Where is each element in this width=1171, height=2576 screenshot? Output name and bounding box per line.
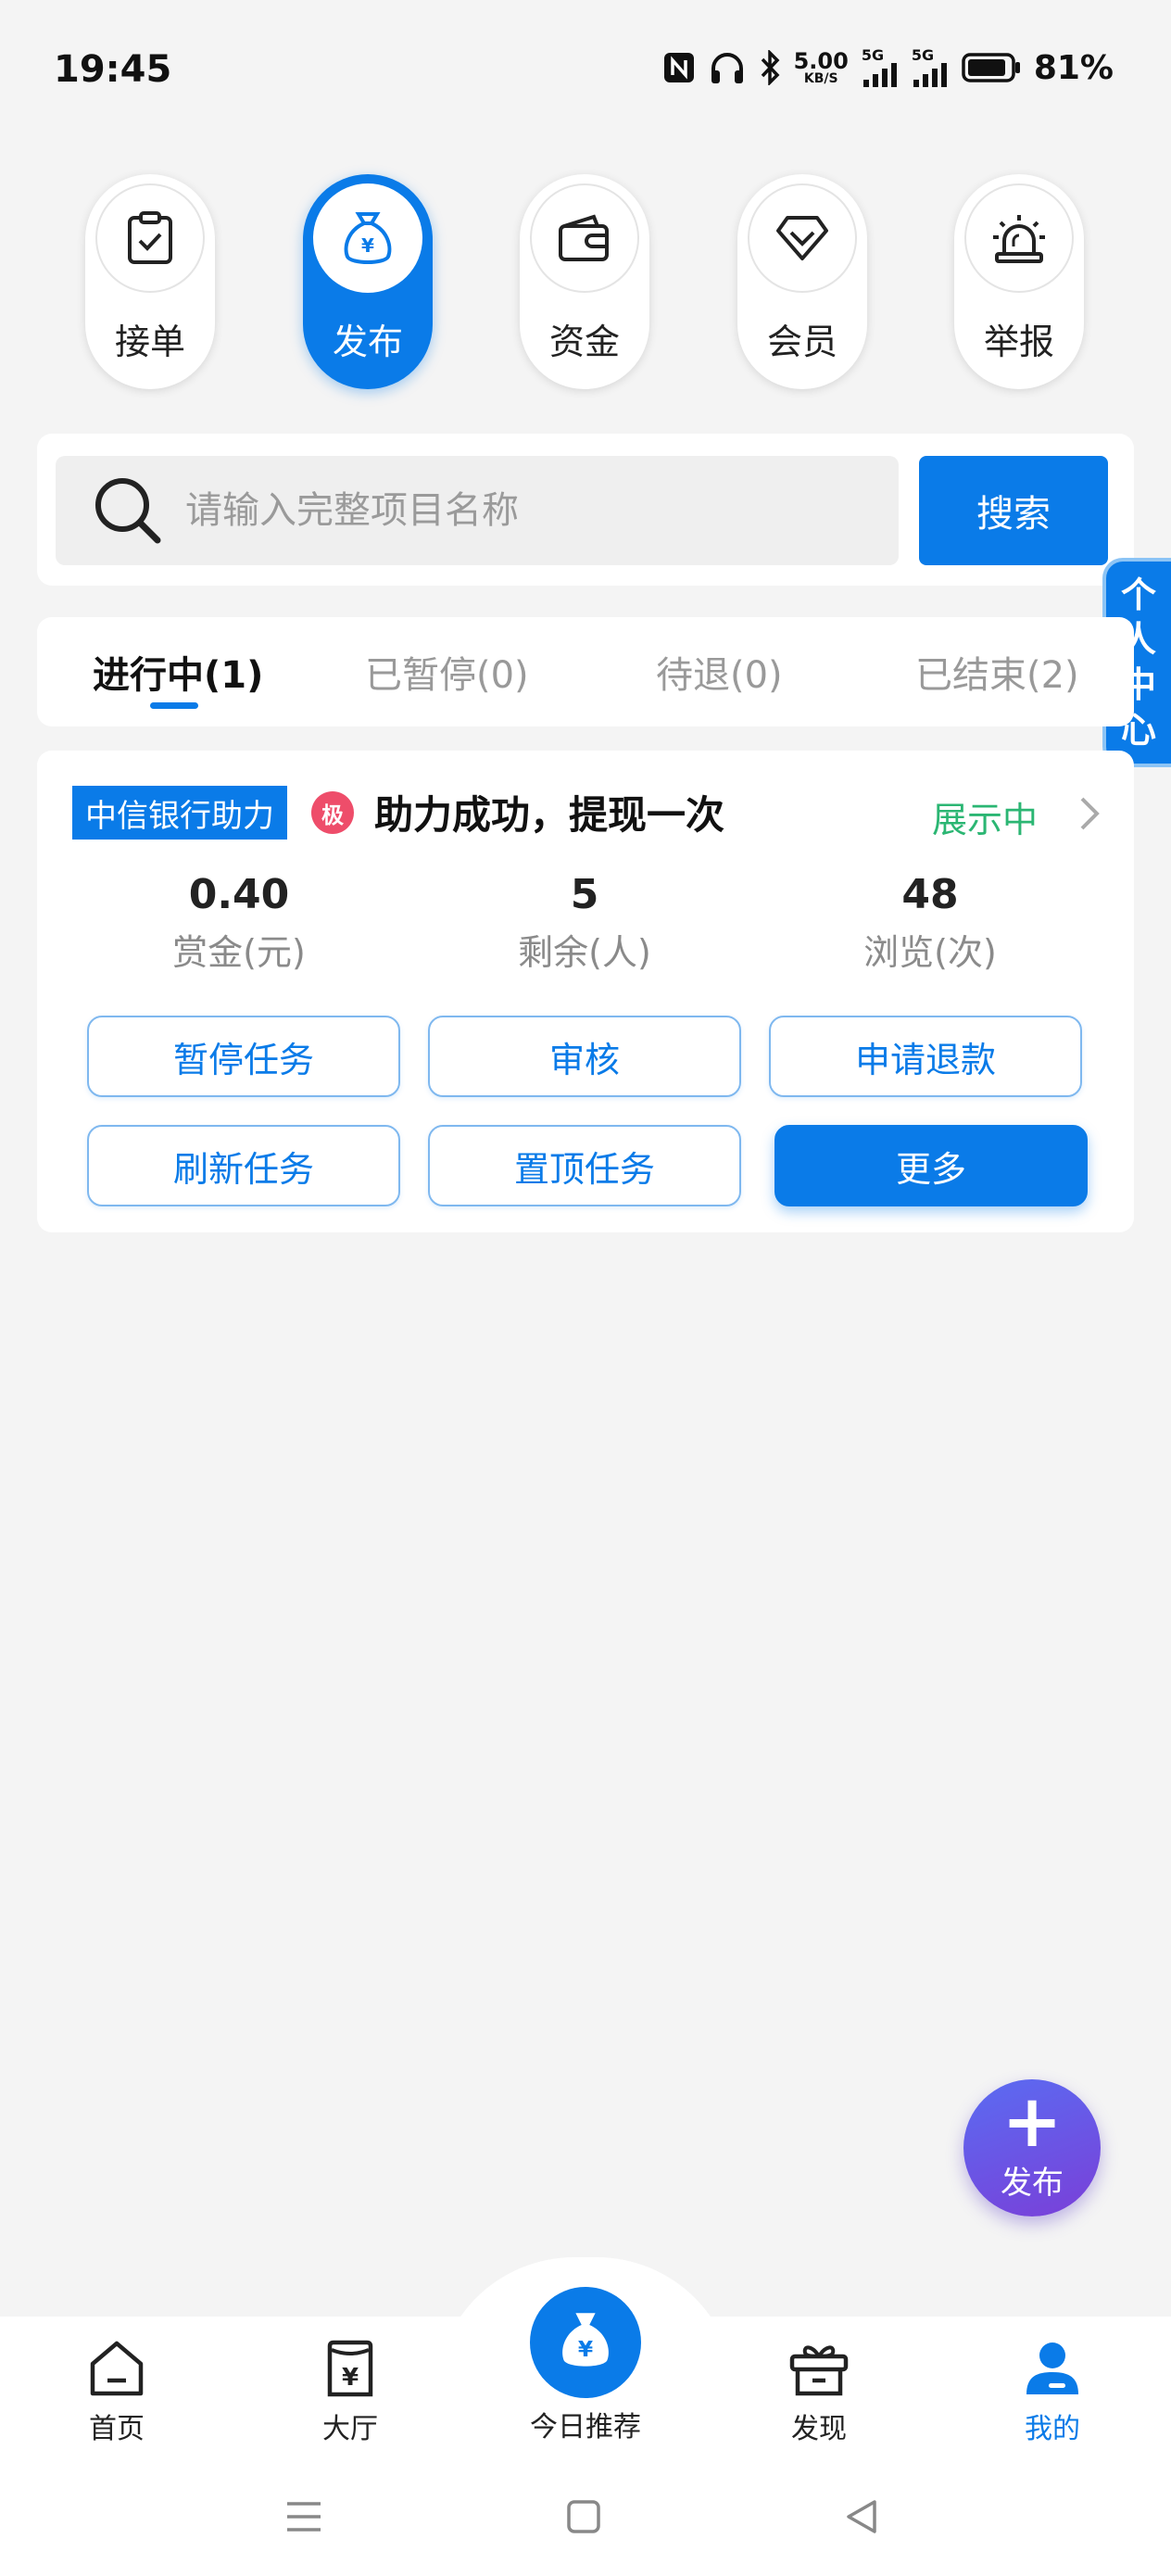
bottom-nav-today-recommend[interactable]: ¥ bbox=[530, 2287, 641, 2398]
publish-fab[interactable]: + 发布 bbox=[963, 2079, 1101, 2216]
network-type-1: 5G bbox=[861, 46, 885, 64]
nav-report[interactable]: 举报 bbox=[954, 174, 1084, 389]
tab-pending-refund[interactable]: 待退(0) bbox=[656, 645, 783, 699]
refresh-task-button[interactable]: 刷新任务 bbox=[87, 1125, 400, 1206]
home-icon bbox=[83, 2335, 150, 2402]
more-button[interactable]: 更多 bbox=[774, 1125, 1088, 1206]
nav-label: 发布 bbox=[332, 322, 403, 362]
bottom-nav-label: 大厅 bbox=[322, 2413, 378, 2445]
pause-task-button[interactable]: 暂停任务 bbox=[87, 1016, 400, 1097]
stat-value: 0.40 bbox=[188, 871, 290, 918]
nav-label: 接单 bbox=[114, 322, 185, 362]
headphones-icon bbox=[709, 50, 746, 85]
refund-request-button[interactable]: 申请退款 bbox=[769, 1016, 1082, 1097]
review-button[interactable]: 审核 bbox=[428, 1016, 741, 1097]
plus-icon: + bbox=[1001, 2079, 1063, 2164]
stat-value: 5 bbox=[570, 871, 599, 918]
home-square-icon[interactable] bbox=[561, 2494, 606, 2539]
tab-in-progress[interactable]: 进行中(1) bbox=[93, 645, 263, 699]
chevron-right-icon[interactable] bbox=[1071, 793, 1108, 834]
money-bag-icon: ¥ bbox=[556, 2309, 615, 2376]
receipt-yen-icon: ¥ bbox=[317, 2335, 384, 2402]
tab-ended[interactable]: 已结束(2) bbox=[915, 645, 1079, 699]
back-icon[interactable] bbox=[839, 2494, 884, 2539]
network-speed: 5.00 KB/S bbox=[794, 50, 849, 85]
stat-remaining: 5 剩余(人) bbox=[446, 871, 724, 975]
user-icon bbox=[1019, 2335, 1086, 2402]
active-tab-indicator bbox=[150, 702, 198, 709]
pin-task-button[interactable]: 置顶任务 bbox=[428, 1125, 741, 1206]
svg-text:¥: ¥ bbox=[578, 2336, 593, 2362]
clipboard-check-icon bbox=[95, 183, 205, 293]
signal-5g-icon: 5G bbox=[862, 48, 899, 87]
nav-funds[interactable]: 资金 bbox=[520, 174, 649, 389]
task-category-tag: 中信银行助力 bbox=[72, 786, 287, 840]
bottom-nav-home[interactable]: 首页 bbox=[24, 2335, 209, 2446]
bottom-nav-discover[interactable]: 发现 bbox=[726, 2335, 912, 2446]
alarm-siren-icon bbox=[964, 183, 1074, 293]
task-title: 助力成功，提现一次 bbox=[374, 792, 725, 838]
stat-label: 浏览(次) bbox=[863, 932, 997, 973]
nav-membership[interactable]: 会员 bbox=[737, 174, 867, 389]
network-speed-unit: KB/S bbox=[803, 71, 838, 86]
speed-badge: 极 bbox=[311, 791, 354, 834]
tab-paused[interactable]: 已暂停(0) bbox=[365, 645, 529, 699]
search-button[interactable]: 搜索 bbox=[919, 456, 1108, 565]
gift-box-icon bbox=[786, 2335, 852, 2402]
fab-label: 发布 bbox=[1001, 2164, 1064, 2202]
search-icon bbox=[91, 474, 165, 548]
stat-views: 48 浏览(次) bbox=[791, 871, 1069, 975]
search-input[interactable] bbox=[185, 489, 871, 532]
bottom-nav-label: 今日推荐 bbox=[530, 2411, 641, 2443]
battery-percent: 81% bbox=[1033, 48, 1114, 87]
task-status: 展示中 bbox=[932, 800, 1039, 840]
bottom-nav-mine[interactable]: 我的 bbox=[960, 2335, 1145, 2446]
stat-label: 赏金(元) bbox=[172, 932, 306, 973]
wallet-icon bbox=[530, 183, 639, 293]
network-type-2: 5G bbox=[911, 46, 935, 64]
search-field bbox=[56, 456, 899, 565]
battery-icon bbox=[962, 53, 1021, 82]
search-bar: 搜索 bbox=[37, 434, 1134, 586]
status-bar: 19:45 5.00 KB/S 5G 5G 81% bbox=[0, 0, 1171, 139]
stat-value: 48 bbox=[901, 871, 959, 918]
svg-text:¥: ¥ bbox=[361, 234, 374, 257]
nav-label: 资金 bbox=[548, 322, 620, 362]
bottom-nav-hall[interactable]: ¥ 大厅 bbox=[258, 2335, 443, 2446]
bottom-nav-label: 发现 bbox=[791, 2413, 847, 2445]
status-icons: 5.00 KB/S 5G 5G 81% bbox=[662, 48, 1114, 87]
nfc-icon bbox=[662, 51, 696, 84]
network-speed-value: 5.00 bbox=[793, 48, 849, 74]
signal-5g-icon: 5G bbox=[912, 48, 949, 87]
top-nav: 接单 ¥ 发布 资金 会员 举报 bbox=[0, 174, 1171, 393]
personal-center-char: 个 bbox=[1120, 574, 1156, 615]
diamond-icon bbox=[748, 183, 857, 293]
bottom-nav-label: 首页 bbox=[89, 2413, 145, 2445]
status-time: 19:45 bbox=[54, 48, 172, 91]
stat-reward: 0.40 赏金(元) bbox=[100, 871, 378, 975]
nav-label: 会员 bbox=[766, 322, 837, 362]
menu-icon[interactable] bbox=[282, 2494, 326, 2539]
bluetooth-icon bbox=[759, 50, 781, 85]
bottom-nav-label: 我的 bbox=[1025, 2413, 1080, 2445]
nav-publish[interactable]: ¥ 发布 bbox=[303, 174, 433, 389]
nav-label: 举报 bbox=[983, 322, 1054, 362]
svg-text:¥: ¥ bbox=[342, 2364, 359, 2392]
task-card[interactable]: 中信银行助力 极 助力成功，提现一次 展示中 0.40 赏金(元) 5 剩余(人… bbox=[37, 751, 1134, 1232]
status-tabs: 进行中(1) 已暂停(0) 待退(0) 已结束(2) bbox=[37, 617, 1134, 726]
stat-label: 剩余(人) bbox=[518, 932, 651, 973]
nav-accept-order[interactable]: 接单 bbox=[85, 174, 215, 389]
money-bag-icon: ¥ bbox=[313, 183, 422, 293]
